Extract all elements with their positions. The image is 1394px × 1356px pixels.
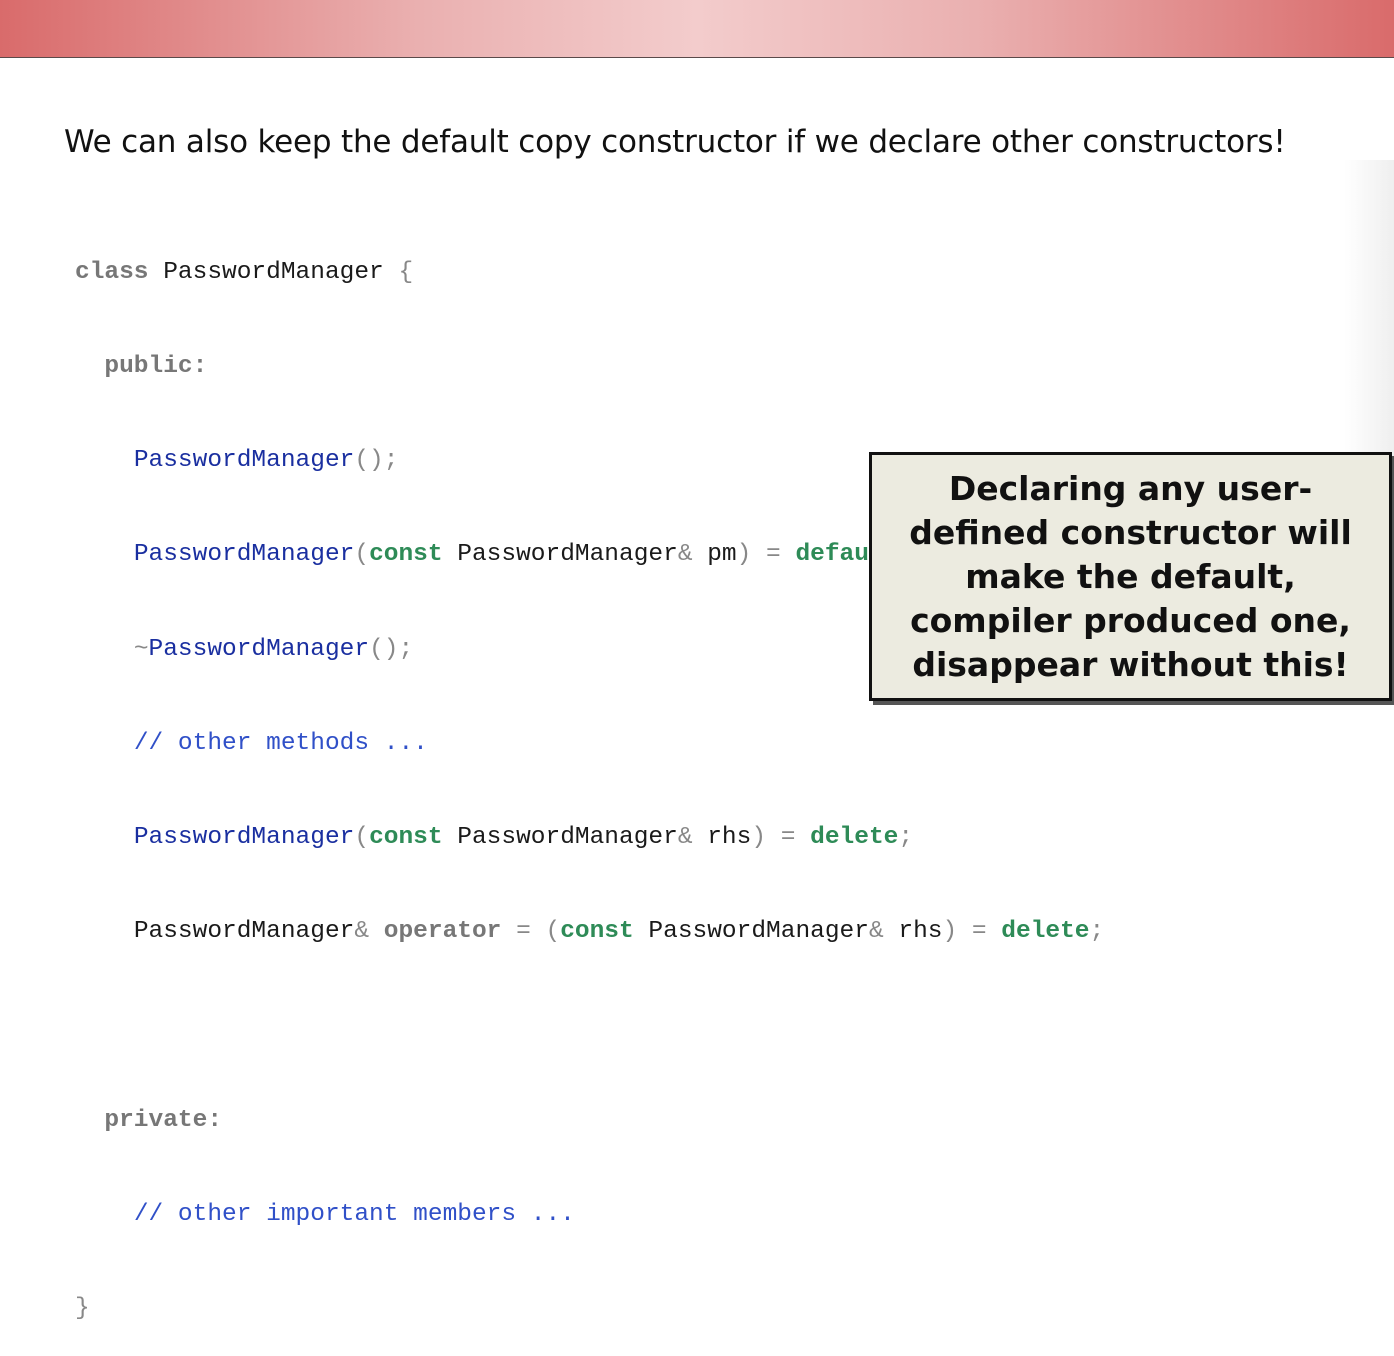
ampersand: & [677,824,693,852]
ctor-name: PasswordManager [133,824,355,852]
private-keyword: private: [104,1106,223,1134]
delete-keyword: delete [1001,918,1090,946]
param-rhs: rhs [692,824,752,852]
close-paren: ) [751,824,767,852]
code-line-class: class PasswordManager { [75,257,1104,288]
equals: = [751,541,796,569]
tilde: ~ [133,635,149,663]
ctor-name: PasswordManager [133,447,355,475]
semicolon: ; [898,824,914,852]
param-pm: pm [692,541,737,569]
close-paren: ) [736,541,752,569]
comment-methods: // other methods ... [133,729,428,757]
semicolon: ; [1089,918,1105,946]
operator-keyword: operator [383,918,502,946]
code-line-deleted-copy-ctor: PasswordManager(const PasswordManager& r… [75,822,1104,853]
code-block: class PasswordManager { public: Password… [75,194,1104,1356]
type-name: PasswordManager [442,541,678,569]
ctor-name: PasswordManager [133,541,355,569]
delete-keyword: delete [810,824,899,852]
open-paren: ( [545,918,561,946]
class-keyword: class [75,258,149,286]
public-keyword: public: [104,353,208,381]
code-line-assignment-op: PasswordManager& operator = (const Passw… [75,916,1104,947]
callout-text: Declaring any user-defined constructor w… [909,468,1352,684]
const-keyword: const [560,918,634,946]
close-paren: ) [942,918,958,946]
type-name: PasswordManager [442,824,678,852]
empty-parens: (); [354,447,399,475]
side-shadow [1344,160,1394,460]
param-rhs: rhs [883,918,943,946]
equals: = [957,918,1002,946]
code-line-private: private: [75,1105,1104,1136]
equals: = [766,824,811,852]
const-keyword: const [369,824,443,852]
code-line-close: } [75,1293,1104,1324]
open-paren: ( [354,541,370,569]
code-line-comment-methods: // other methods ... [75,728,1104,759]
op-equals: = [501,918,546,946]
class-name: PasswordManager [148,258,399,286]
type-name: PasswordManager [633,918,869,946]
ampersand: & [354,918,370,946]
comment-members: // other important members ... [133,1200,575,1228]
const-keyword: const [369,541,443,569]
ampersand: & [677,541,693,569]
brace-close: } [75,1295,90,1323]
ampersand: & [868,918,884,946]
open-paren: ( [354,824,370,852]
header-bar [0,0,1394,58]
dtor-name: PasswordManager [148,635,370,663]
code-line-public: public: [75,351,1104,382]
code-line-comment-members: // other important members ... [75,1199,1104,1230]
slide-title: We can also keep the default copy constr… [64,124,1286,160]
callout-box: Declaring any user-defined constructor w… [869,452,1392,701]
brace-open: { [398,258,414,286]
ref-type: PasswordManager [133,918,355,946]
empty-parens: (); [369,635,414,663]
